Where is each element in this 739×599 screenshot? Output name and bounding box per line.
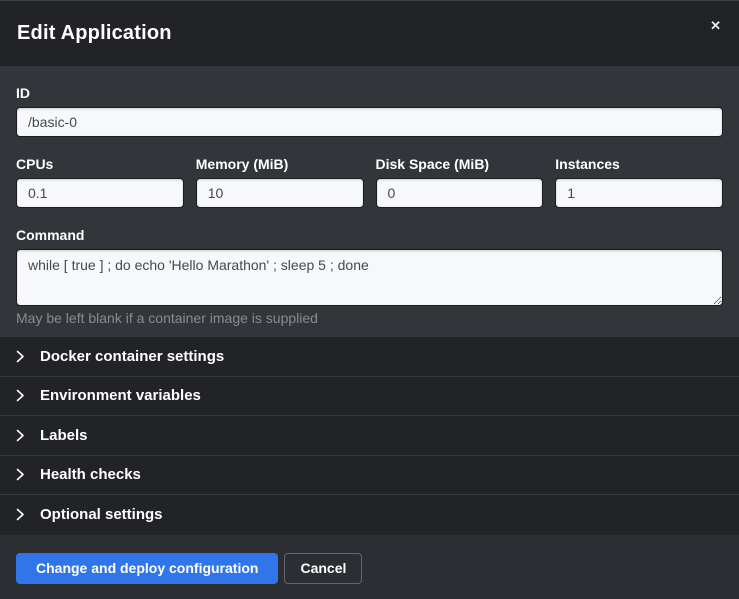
command-help-text: May be left blank if a container image i… (16, 311, 723, 326)
id-label: ID (16, 86, 723, 100)
section-labels[interactable]: Labels (0, 416, 739, 456)
command-label: Command (16, 228, 723, 242)
command-textarea[interactable]: while [ true ] ; do echo 'Hello Marathon… (16, 249, 723, 306)
resources-row: CPUs Memory (MiB) Disk Space (MiB) Insta… (16, 157, 723, 208)
section-label: Health checks (40, 466, 141, 483)
chevron-right-icon (16, 468, 25, 481)
instances-label: Instances (555, 157, 723, 171)
section-label: Environment variables (40, 387, 201, 404)
section-optional-settings[interactable]: Optional settings (0, 495, 739, 535)
instances-field-group: Instances (555, 157, 723, 208)
section-label: Labels (40, 427, 88, 444)
memory-input[interactable] (196, 178, 364, 208)
command-field-group: Command while [ true ] ; do echo 'Hello … (16, 228, 723, 326)
cpus-input[interactable] (16, 178, 184, 208)
section-label: Optional settings (40, 506, 163, 523)
section-environment-variables[interactable]: Environment variables (0, 377, 739, 417)
disk-label: Disk Space (MiB) (376, 157, 544, 171)
cpus-label: CPUs (16, 157, 184, 171)
disk-input[interactable] (376, 178, 544, 208)
section-health-checks[interactable]: Health checks (0, 456, 739, 496)
cpus-field-group: CPUs (16, 157, 184, 208)
chevron-right-icon (16, 350, 25, 363)
chevron-right-icon (16, 429, 25, 442)
collapsible-sections: Docker container settings Environment va… (0, 337, 739, 535)
memory-label: Memory (MiB) (196, 157, 364, 171)
disk-field-group: Disk Space (MiB) (376, 157, 544, 208)
section-label: Docker container settings (40, 348, 224, 365)
close-icon[interactable]: ✕ (706, 15, 725, 36)
section-docker-container-settings[interactable]: Docker container settings (0, 337, 739, 377)
id-field-group: ID (16, 86, 723, 137)
edit-application-modal: Edit Application ✕ ID CPUs Memory (MiB) … (0, 0, 739, 599)
change-and-deploy-button[interactable]: Change and deploy configuration (16, 553, 278, 584)
modal-body: ID CPUs Memory (MiB) Disk Space (MiB) In… (0, 66, 739, 337)
memory-field-group: Memory (MiB) (196, 157, 364, 208)
chevron-right-icon (16, 389, 25, 402)
modal-footer: Change and deploy configuration Cancel (0, 535, 739, 599)
chevron-right-icon (16, 508, 25, 521)
id-input[interactable] (16, 107, 723, 137)
instances-input[interactable] (555, 178, 723, 208)
modal-title: Edit Application (17, 22, 172, 45)
modal-header: Edit Application ✕ (0, 1, 739, 66)
cancel-button[interactable]: Cancel (284, 553, 362, 584)
